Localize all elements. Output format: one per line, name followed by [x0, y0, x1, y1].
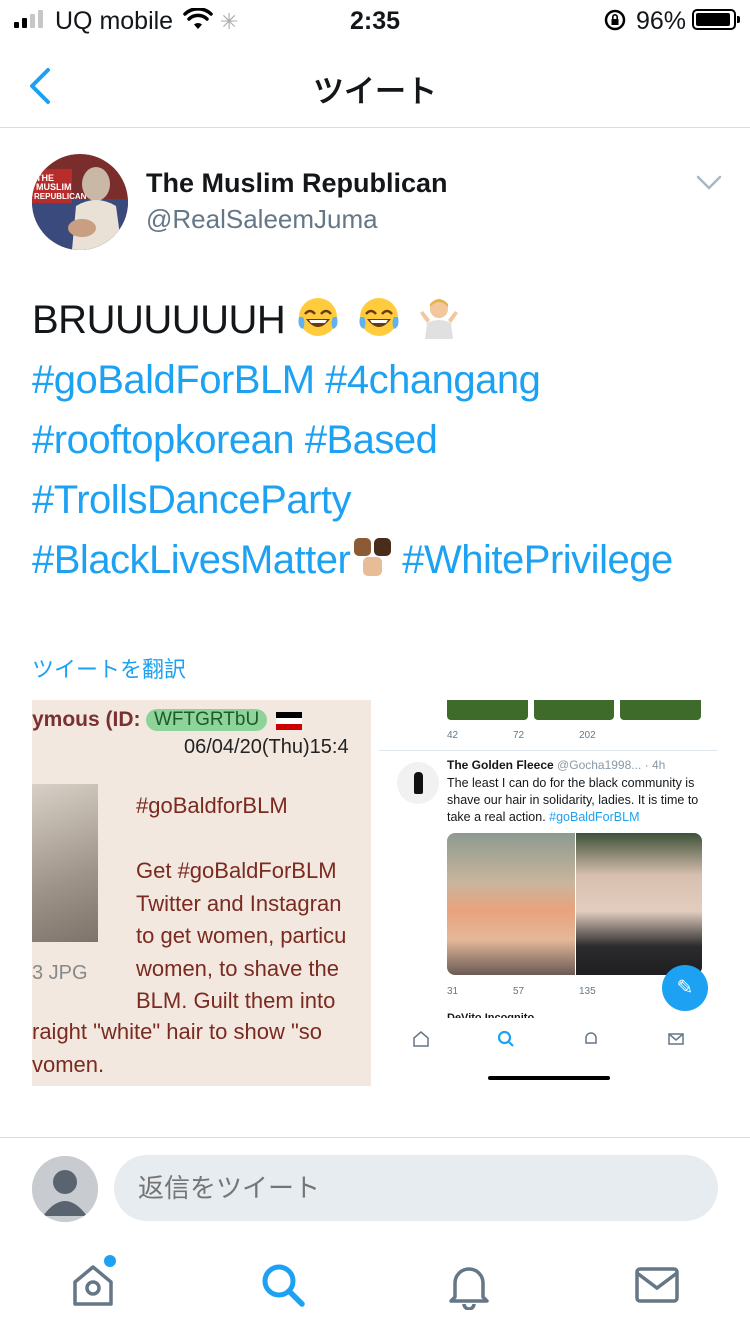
raised-fists-emoji-icon: [354, 538, 392, 576]
status-bar: UQ mobile ✳ 2:35 96%: [0, 0, 750, 40]
image-tab-bar: [379, 1018, 718, 1060]
image-tweet-avatar: [397, 762, 439, 804]
chevron-down-icon[interactable]: [696, 174, 722, 192]
nav-bar: ツイート: [0, 44, 750, 128]
image-post-body-bottom: raight "white" hair to show "so vomen.: [32, 1016, 322, 1081]
page-title: ツイート: [313, 74, 437, 109]
image-thumbnail: [32, 784, 98, 942]
reply-bar: [0, 1137, 750, 1237]
reply-count: 42: [447, 730, 459, 741]
hashtag-link[interactable]: #TrollsDanceParty: [32, 478, 352, 522]
image-tweet-handle: @Gocha1998... · 4h: [557, 758, 666, 772]
tweet-text: BRUUUUUUH #goBaldForBLM #4changang #roof…: [32, 290, 732, 590]
author-name[interactable]: The Muslim Republican: [146, 168, 448, 199]
rotation-lock-icon: [604, 9, 626, 31]
hashtag-link[interactable]: #goBaldForBLM: [32, 358, 315, 402]
laughing-emoji-icon: [298, 298, 338, 336]
battery-percent: 96%: [636, 7, 687, 35]
image-tweet-text: The least I can do for the black communi…: [447, 775, 709, 826]
retweet-count: 72: [513, 730, 525, 741]
bell-icon: [585, 1032, 597, 1044]
hashtag-link[interactable]: #Based: [305, 418, 438, 462]
image-tweet-photo: [576, 833, 702, 975]
compose-fab-icon: ✎: [662, 965, 708, 1011]
image-tweet-hashtag: #goBaldForBLM: [549, 810, 640, 824]
image-photo-strip: [447, 700, 702, 720]
image-tweet-name: The Golden Fleece: [447, 758, 554, 772]
image-post-date: 06/04/20(Thu)15:4: [184, 736, 349, 758]
tweet-image-right[interactable]: 42 72 202 The Golden Fleece @Gocha1998..…: [379, 700, 718, 1086]
tweet-main-text: BRUUUUUUH: [32, 298, 286, 342]
image-line: to get women, particu: [136, 923, 347, 948]
image-post-header: ymous (ID:: [32, 708, 141, 731]
hashtag-link[interactable]: #BlackLivesMatter: [32, 538, 351, 582]
mail-icon: [667, 1033, 684, 1045]
image-tweet-photo: [447, 833, 575, 975]
home-badge-dot: [104, 1255, 116, 1267]
tweet-image-left[interactable]: ymous (ID: WFTGRTbU 06/04/20(Thu)15:4 3 …: [32, 700, 371, 1086]
author-avatar[interactable]: THE MUSLIM REPUBLICAN: [32, 154, 128, 250]
image-line: women, to shave the: [136, 955, 340, 981]
image-post-id: WFTGRTbU: [146, 709, 268, 731]
bell-icon[interactable]: [444, 1260, 494, 1310]
hashtag-link[interactable]: #4changang: [325, 358, 541, 402]
hashtag-link[interactable]: #rooftopkorean: [32, 418, 295, 462]
tab-bar: [0, 1240, 750, 1334]
image-line: [136, 823, 371, 856]
reply-count: 31: [447, 986, 459, 997]
image-tweet-author: The Golden Fleece @Gocha1998... · 4h: [447, 758, 665, 772]
author-handle[interactable]: @RealSaleemJuma: [146, 204, 378, 235]
mail-icon[interactable]: [632, 1260, 682, 1310]
image-post-body: #goBaldforBLM Get #goBaldForBLM Twitter …: [136, 790, 371, 1018]
svg-text:MUSLIM: MUSLIM: [36, 182, 72, 192]
shrug-emoji-icon: [420, 299, 459, 339]
image-line: Twitter and Instagran: [136, 890, 342, 916]
image-line: raight "white" hair to show "so: [32, 1019, 323, 1044]
hashtag-link[interactable]: #WhitePrivilege: [402, 538, 673, 582]
flag-icon: [276, 712, 302, 730]
battery-icon: [692, 9, 740, 30]
search-icon[interactable]: [258, 1260, 308, 1310]
image-file-label: 3 JPG: [32, 962, 88, 984]
home-icon: [413, 1031, 430, 1047]
like-count: 135: [579, 986, 596, 997]
user-avatar[interactable]: [32, 1156, 98, 1222]
reply-input[interactable]: [114, 1155, 718, 1221]
like-count: 202: [579, 730, 596, 741]
home-indicator: [488, 1076, 610, 1080]
home-icon[interactable]: [68, 1260, 118, 1310]
laughing-emoji-icon: [359, 298, 399, 336]
image-line: #goBaldforBLM: [136, 793, 288, 818]
svg-text:REPUBLICAN: REPUBLICAN: [34, 192, 87, 201]
retweet-count: 57: [513, 986, 525, 997]
translate-tweet-link[interactable]: ツイートを翻訳: [32, 652, 186, 684]
search-icon: [498, 1030, 514, 1047]
divider: [379, 750, 718, 751]
image-line: BLM. Guilt them into: [136, 988, 336, 1013]
image-tweet-stats: 42 72 202: [447, 730, 717, 741]
image-line: vomen.: [32, 1051, 105, 1077]
image-line: Get #goBaldForBLM: [136, 858, 337, 883]
